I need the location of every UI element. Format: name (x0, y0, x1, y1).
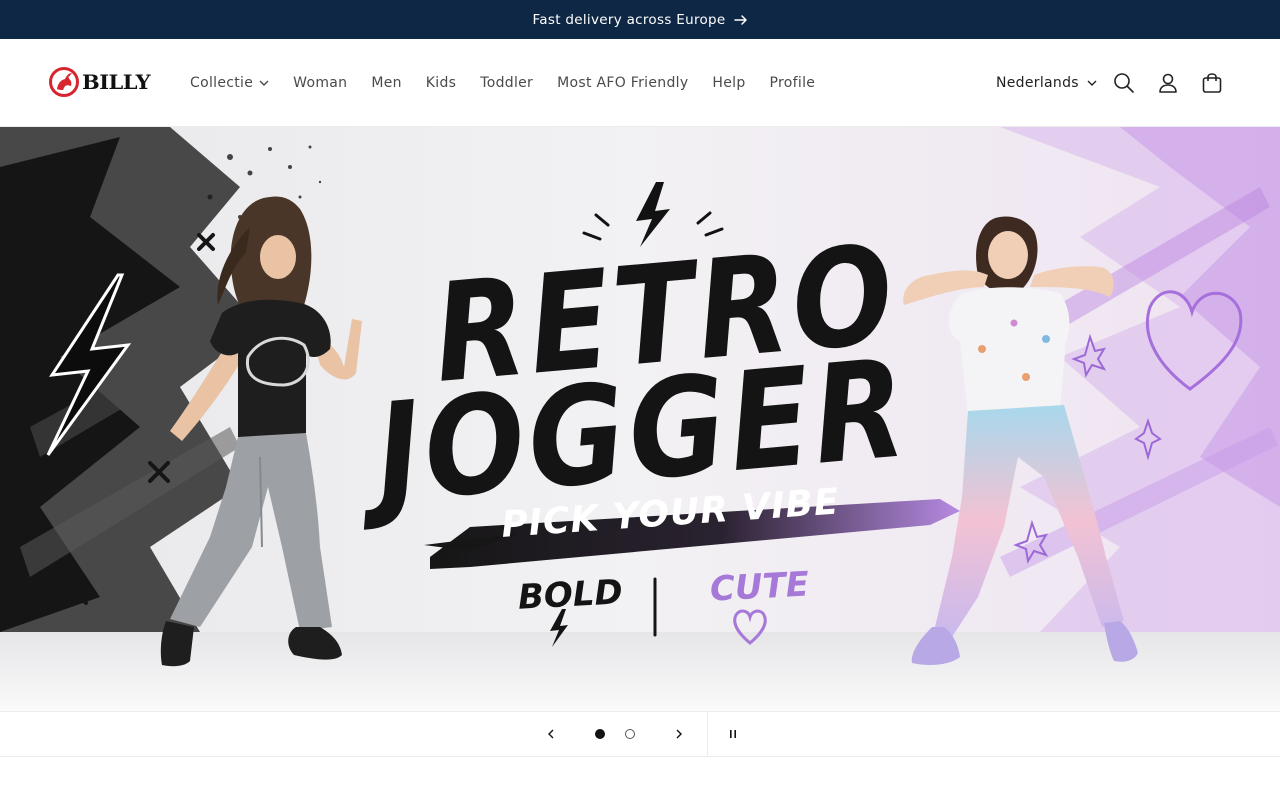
cart-bag-icon (1202, 73, 1222, 93)
cart-button[interactable] (1198, 69, 1226, 97)
site-header: BILLY Collectie Woman Men Kids Toddler M… (0, 39, 1280, 127)
hero-banner[interactable]: RETRO JOGGER PICK YOUR VIBE BOLD CUTE (0, 127, 1280, 711)
nav-item-men[interactable]: Men (359, 75, 413, 91)
brand-logo[interactable]: BILLY (48, 66, 151, 98)
slide-dot-1[interactable] (595, 729, 605, 739)
hero-text-layer: RETRO JOGGER PICK YOUR VIBE BOLD CUTE (0, 127, 1280, 711)
search-icon (1114, 73, 1134, 93)
pause-icon (730, 730, 736, 738)
pause-slideshow-button[interactable] (718, 712, 748, 756)
chevron-right-icon (676, 729, 682, 739)
nav-item-label: Most AFO Friendly (557, 75, 689, 91)
slide-dot-2[interactable] (625, 729, 635, 739)
nav-item-profile[interactable]: Profile (758, 75, 828, 91)
arrow-right-icon (733, 14, 747, 25)
announcement-bar: Fast delivery across Europe (0, 0, 1280, 39)
nav-item-most-afo-friendly[interactable]: Most AFO Friendly (545, 75, 700, 91)
nav-item-label: Men (371, 75, 402, 91)
language-selector[interactable]: Nederlands (996, 39, 1097, 127)
nav-item-label: Toddler (480, 75, 534, 91)
user-icon (1159, 73, 1177, 93)
hero-option-cute: CUTE (709, 564, 810, 610)
nav-item-label: Collectie (190, 75, 254, 91)
chevron-down-icon (259, 80, 269, 86)
nav-item-help[interactable]: Help (700, 75, 757, 91)
next-slide-button[interactable] (664, 712, 694, 756)
announcement-link[interactable]: Fast delivery across Europe (532, 12, 747, 28)
search-button[interactable] (1110, 69, 1138, 97)
nav-item-kids[interactable]: Kids (414, 75, 468, 91)
nav-item-label: Profile (769, 75, 816, 91)
nav-item-label: Woman (293, 75, 348, 91)
nav-item-collectie[interactable]: Collectie (178, 75, 281, 91)
controls-divider (707, 712, 708, 756)
brand-name: BILLY (82, 70, 151, 94)
hero-option-bold: BOLD (517, 572, 624, 618)
nav-item-label: Kids (425, 75, 457, 91)
goat-logo-icon (49, 67, 79, 97)
language-label: Nederlands (996, 75, 1079, 91)
chevron-left-icon (548, 729, 554, 739)
nav-item-toddler[interactable]: Toddler (468, 75, 545, 91)
account-button[interactable] (1154, 69, 1182, 97)
announcement-text: Fast delivery across Europe (532, 11, 726, 28)
nav-item-label: Help (712, 75, 746, 91)
slider-controls (0, 711, 1280, 757)
main-nav: Collectie Woman Men Kids Toddler Most AF… (178, 39, 827, 127)
previous-slide-button[interactable] (536, 712, 566, 756)
chevron-down-icon (1087, 80, 1097, 86)
nav-item-woman[interactable]: Woman (281, 75, 359, 91)
